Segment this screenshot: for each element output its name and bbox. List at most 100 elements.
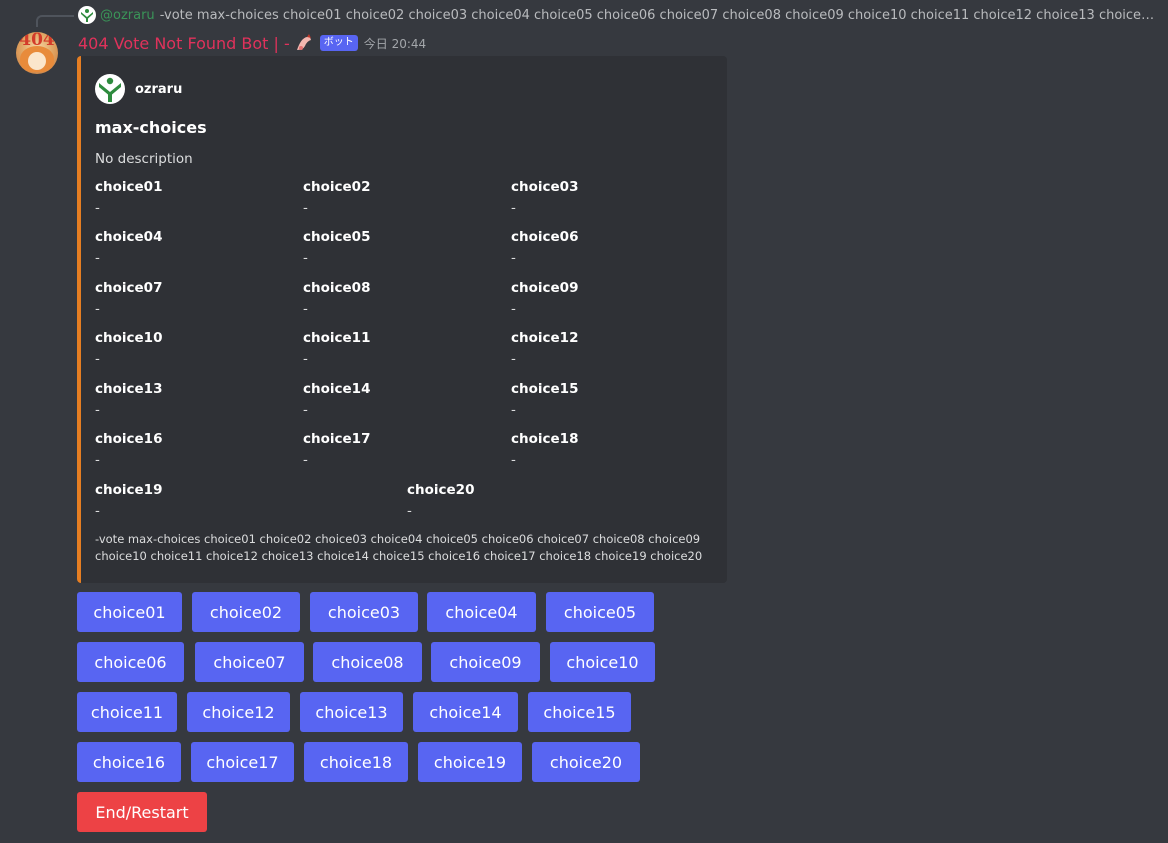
vote-button[interactable]: choice13 <box>300 692 403 732</box>
decoration-emoji-icon <box>295 34 315 52</box>
embed-field: choice01 - <box>95 178 295 217</box>
field-value: - <box>95 402 100 418</box>
reply-username[interactable]: @ozraru <box>100 8 155 23</box>
embed-field: choice10 - <box>95 329 295 368</box>
embed-field: choice03 - <box>511 178 711 217</box>
field-value: - <box>303 200 308 216</box>
embed-description: No description <box>95 151 193 167</box>
field-value: - <box>511 351 516 367</box>
field-value: - <box>511 452 516 468</box>
field-value: - <box>95 351 100 367</box>
field-name: choice03 <box>511 179 579 195</box>
field-value: - <box>95 301 100 317</box>
field-name: choice16 <box>95 431 163 447</box>
embed-field: choice06 - <box>511 228 711 267</box>
reply-avatar-icon[interactable] <box>78 6 96 24</box>
field-name: choice06 <box>511 229 579 245</box>
field-name: choice15 <box>511 381 579 397</box>
embed-field: choice19 - <box>95 481 295 520</box>
field-value: - <box>95 200 100 216</box>
embed-field: choice14 - <box>303 380 503 419</box>
vote-button[interactable]: choice02 <box>192 592 300 632</box>
embed-title: max-choices <box>95 118 207 137</box>
field-value: - <box>95 250 100 266</box>
end-restart-button[interactable]: End/Restart <box>77 792 207 832</box>
field-name: choice13 <box>95 381 163 397</box>
reply-connector <box>36 15 74 27</box>
field-value: - <box>303 402 308 418</box>
field-name: choice11 <box>303 330 371 346</box>
field-name: choice10 <box>95 330 163 346</box>
reply-preview[interactable]: @ozraru -vote max-choices choice01 choic… <box>78 5 1158 25</box>
field-value: - <box>511 301 516 317</box>
bot-tag: ボット <box>319 35 358 51</box>
vote-button[interactable]: choice05 <box>546 592 654 632</box>
avatar-text: 404 <box>19 32 55 50</box>
embed-field: choice16 - <box>95 430 295 469</box>
field-value: - <box>95 452 100 468</box>
vote-button[interactable]: choice10 <box>550 642 655 682</box>
field-name: choice08 <box>303 280 371 296</box>
embed-field: choice18 - <box>511 430 711 469</box>
vote-button[interactable]: choice12 <box>187 692 290 732</box>
timestamp[interactable]: 今日 20:44 <box>364 35 426 52</box>
field-value: - <box>95 503 100 519</box>
bot-avatar[interactable]: 404 <box>16 32 58 74</box>
field-name: choice17 <box>303 431 371 447</box>
vote-button[interactable]: choice14 <box>413 692 518 732</box>
field-value: - <box>511 250 516 266</box>
embed-field: choice11 - <box>303 329 503 368</box>
embed-field: choice12 - <box>511 329 711 368</box>
vote-button[interactable]: choice07 <box>195 642 304 682</box>
field-name: choice04 <box>95 229 163 245</box>
embed-field: choice08 - <box>303 279 503 318</box>
field-name: choice20 <box>407 482 475 498</box>
vote-button[interactable]: choice04 <box>427 592 536 632</box>
vote-button[interactable]: choice03 <box>310 592 418 632</box>
field-value: - <box>511 402 516 418</box>
field-value: - <box>303 301 308 317</box>
field-name: choice12 <box>511 330 579 346</box>
embed-author: ozraru <box>95 74 182 104</box>
embed-field: choice09 - <box>511 279 711 318</box>
vote-button[interactable]: choice06 <box>77 642 184 682</box>
embed-field: choice17 - <box>303 430 503 469</box>
field-name: choice01 <box>95 179 163 195</box>
embed-field: choice04 - <box>95 228 295 267</box>
vote-button[interactable]: choice11 <box>77 692 177 732</box>
vote-button[interactable]: choice19 <box>418 742 522 782</box>
field-name: choice02 <box>303 179 371 195</box>
vote-button[interactable]: choice09 <box>431 642 540 682</box>
field-name: choice09 <box>511 280 579 296</box>
embed-field: choice20 - <box>407 481 607 520</box>
author-name: ozraru <box>135 81 183 97</box>
vote-button[interactable]: choice18 <box>304 742 408 782</box>
bot-name[interactable]: 404 Vote Not Found Bot | - <box>78 34 290 53</box>
field-name: choice05 <box>303 229 371 245</box>
vote-button[interactable]: choice15 <box>528 692 631 732</box>
embed: ozraru max-choices No description choice… <box>77 56 727 583</box>
embed-field: choice13 - <box>95 380 295 419</box>
vote-button[interactable]: choice08 <box>313 642 422 682</box>
embed-field: choice07 - <box>95 279 295 318</box>
embed-field: choice02 - <box>303 178 503 217</box>
embed-field: choice15 - <box>511 380 711 419</box>
field-value: - <box>511 200 516 216</box>
field-value: - <box>407 503 412 519</box>
vote-button[interactable]: choice17 <box>191 742 294 782</box>
field-name: choice18 <box>511 431 579 447</box>
field-value: - <box>303 351 308 367</box>
field-name: choice14 <box>303 381 371 397</box>
embed-field: choice05 - <box>303 228 503 267</box>
field-name: choice07 <box>95 280 163 296</box>
vote-button[interactable]: choice16 <box>77 742 181 782</box>
author-avatar-icon <box>95 74 125 104</box>
message-header: 404 Vote Not Found Bot | - ボット 今日 20:44 <box>78 31 426 55</box>
vote-button[interactable]: choice20 <box>532 742 640 782</box>
vote-button[interactable]: choice01 <box>77 592 182 632</box>
reply-text[interactable]: -vote max-choices choice01 choice02 choi… <box>160 8 1158 23</box>
field-value: - <box>303 250 308 266</box>
field-value: - <box>303 452 308 468</box>
embed-footer: -vote max-choices choice01 choice02 choi… <box>95 532 703 563</box>
field-name: choice19 <box>95 482 163 498</box>
